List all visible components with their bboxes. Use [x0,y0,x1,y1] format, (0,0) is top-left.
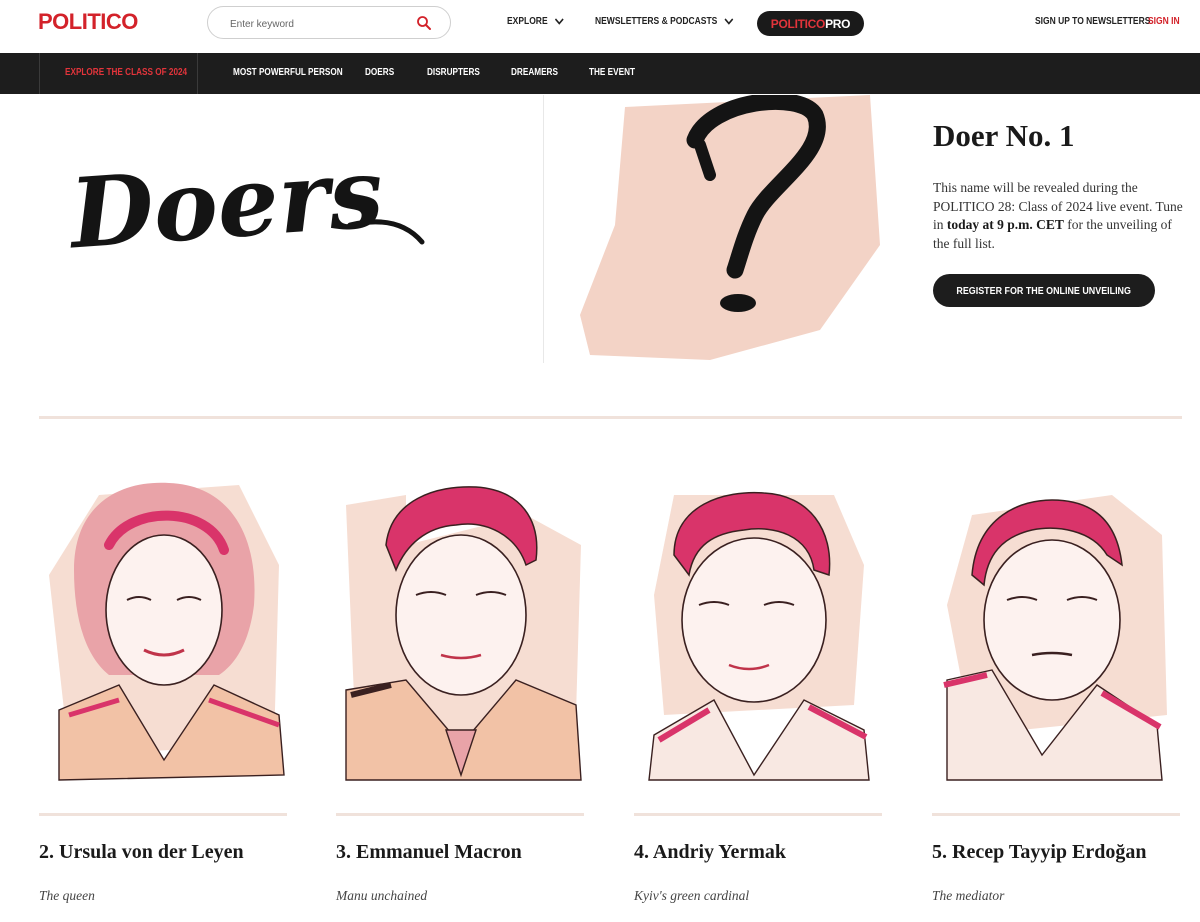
person-name[interactable]: 2. Ursula von der Leyen [39,841,244,864]
nav-divider [197,53,198,94]
section-nav: EXPLORE THE CLASS OF 2024 MOST POWERFUL … [0,53,1200,94]
person-tagline: Manu unchained [336,888,428,903]
person-card[interactable]: 3. Emmanuel Macron Manu unchained [336,475,586,915]
nav-explore[interactable]: EXPLORE [507,16,564,27]
person-name[interactable]: 3. Emmanuel Macron [336,841,522,864]
subnav-dreamers[interactable]: DREAMERS [511,67,558,78]
nav-divider [39,53,40,94]
subnav-disrupters[interactable]: DISRUPTERS [427,67,480,78]
chevron-down-icon [554,18,564,25]
chevron-down-icon [724,18,734,25]
search-box[interactable] [207,6,451,39]
top-bar: POLITICO EXPLORE NEWSLETTERS & PODCASTS … [0,0,1200,53]
section-divider [39,416,1182,419]
pro-badge-politico: POLITICO [770,16,826,31]
search-icon[interactable] [416,15,432,31]
subnav-doers[interactable]: DOERS [365,67,394,78]
portrait-illustration [49,482,285,781]
person-tagline: Kyiv's green cardinal [634,888,750,903]
politico-logo[interactable]: POLITICO [38,9,138,35]
person-name[interactable]: 5. Recep Tayyip Erdoğan [932,841,1146,864]
question-mark-illustration [580,95,880,360]
person-card[interactable]: 5. Recep Tayyip Erdoğan The mediator [932,475,1182,915]
signin-link[interactable]: SIGN IN [1148,16,1180,27]
portrait-illustration [648,491,870,781]
card-divider [634,813,882,816]
nav-newsletters-podcasts[interactable]: NEWSLETTERS & PODCASTS [595,16,734,27]
subnav-the-event[interactable]: THE EVENT [589,67,635,78]
portrait-illustration [345,486,582,781]
person-card[interactable]: 2. Ursula von der Leyen The queen [39,475,289,915]
doers-handwritten-title: Doers [64,136,425,270]
nav-explore-label: EXPLORE [507,16,548,27]
pro-badge-pro: PRO [825,16,851,31]
subnav-explore-class[interactable]: EXPLORE THE CLASS OF 2024 [65,67,187,78]
politico-pro-button[interactable]: POLITICO PRO [757,11,864,36]
subnav-most-powerful[interactable]: MOST POWERFUL PERSON [233,67,343,78]
card-divider [336,813,584,816]
person-tagline: The mediator [932,888,1005,903]
person-tagline: The queen [39,888,95,903]
doers-art-text: Doers [64,136,387,270]
register-button-label: REGISTER FOR THE ONLINE UNVEILING [956,284,1132,297]
register-unveiling-button[interactable]: REGISTER FOR THE ONLINE UNVEILING [933,274,1155,307]
hero-description: This name will be revealed during the PO… [933,179,1183,253]
card-divider [39,813,287,816]
search-input[interactable] [228,14,412,34]
person-card[interactable]: 4. Andriy Yermak Kyiv's green cardinal [634,475,884,915]
portrait-illustration [943,495,1167,781]
hero-divider [543,95,544,363]
person-name[interactable]: 4. Andriy Yermak [634,841,786,864]
hero-desc-bold: today at 9 p.m. CET [946,217,1064,232]
card-divider [932,813,1180,816]
signup-newsletters-link[interactable]: SIGN UP TO NEWSLETTERS [1035,16,1150,27]
nav-newsletters-label: NEWSLETTERS & PODCASTS [595,16,718,27]
hero-title: Doer No. 1 [933,118,1075,153]
